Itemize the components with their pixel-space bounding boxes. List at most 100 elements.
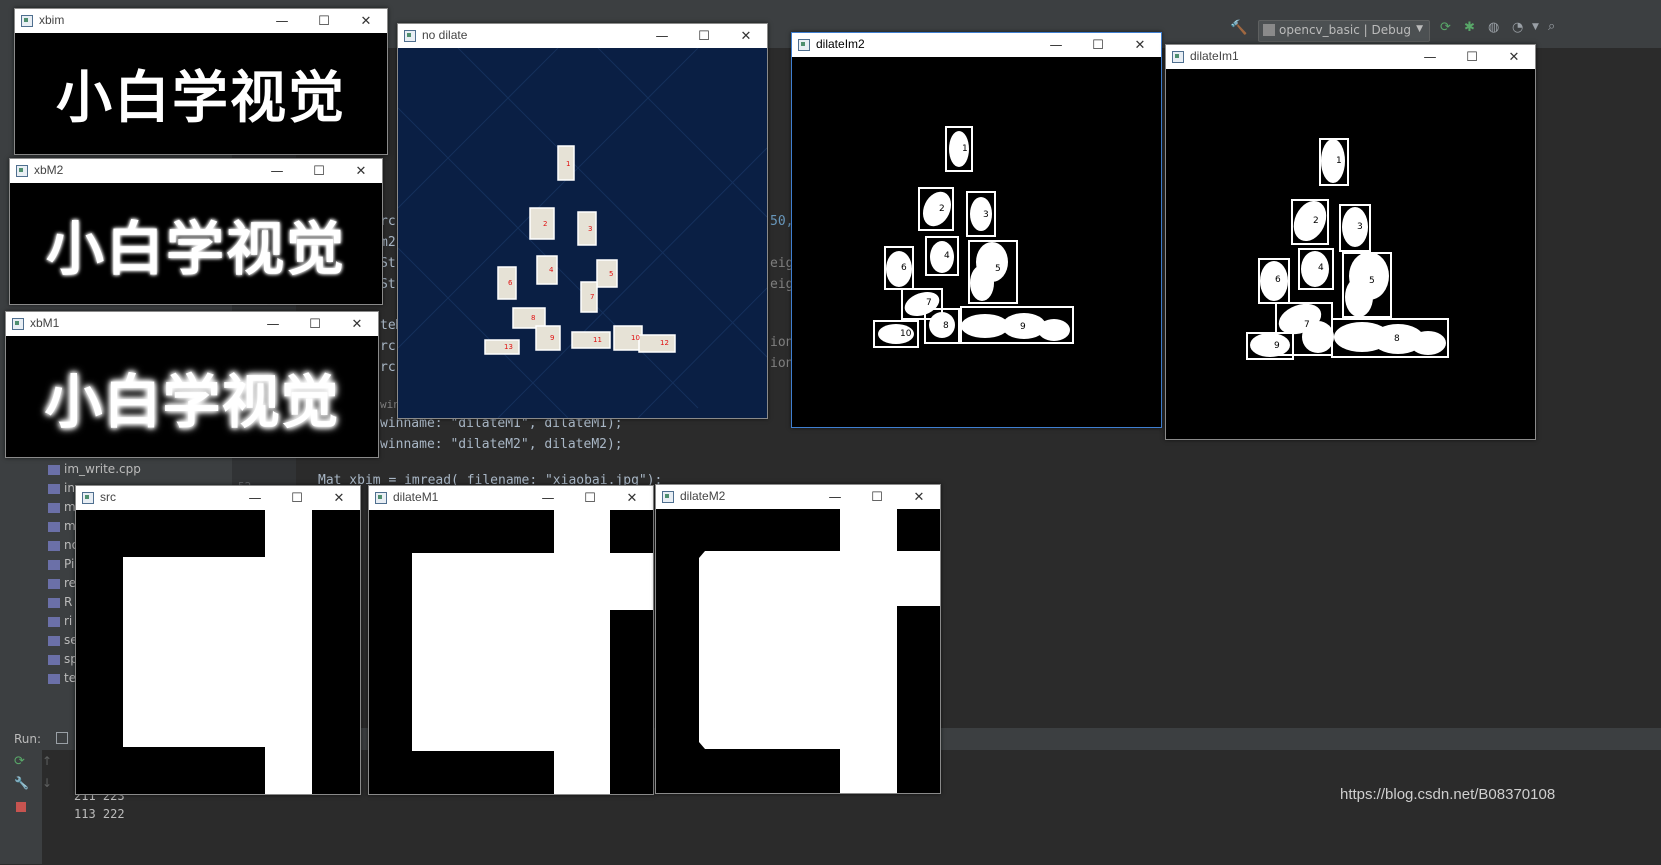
close-button[interactable]: ✕ (898, 485, 940, 509)
project-file[interactable]: te (48, 671, 76, 685)
project-file[interactable]: m (48, 519, 76, 533)
close-button[interactable]: ✕ (318, 486, 360, 510)
window-dilateM2[interactable]: dilateM2 — ☐ ✕ (655, 484, 941, 794)
close-button[interactable]: ✕ (345, 9, 387, 33)
close-button[interactable]: ✕ (340, 159, 382, 183)
contour-image: 1 2 3 4 5 6 7 8 9 (1246, 138, 1449, 360)
window-xbM2[interactable]: xbM2 — ☐ ✕ 小白学视觉 (9, 158, 383, 305)
more-chevron-icon[interactable]: ▼ (1532, 22, 1539, 32)
project-file[interactable]: in (48, 481, 75, 495)
window-titlebar[interactable]: xbim — ☐ ✕ (15, 9, 387, 33)
project-file[interactable]: R (48, 595, 72, 609)
contour-label: 7 (590, 293, 594, 301)
contour-label: 2 (939, 204, 945, 214)
cpp-file-icon (48, 502, 60, 513)
close-button[interactable]: ✕ (1119, 33, 1161, 57)
run-config-label: opencv_basic | Debug (1279, 23, 1411, 37)
window-no-dilate[interactable]: no dilate — ☐ ✕ 1 2 3 4 5 6 7 8 9 10 11 … (397, 23, 768, 419)
maximize-button[interactable]: ☐ (294, 312, 336, 336)
cpp-file-icon (48, 521, 60, 532)
window-title: xbim (39, 13, 65, 27)
minimize-button[interactable]: — (256, 159, 298, 183)
coverage-icon[interactable]: ◍ (1488, 20, 1499, 35)
window-dilateIm2[interactable]: dilateIm2 — ☐ ✕ 1 2 3 4 5 6 7 8 9 10 (791, 32, 1162, 428)
contour-label: 5 (1369, 276, 1375, 286)
run-tab-icon[interactable] (56, 732, 68, 744)
stop-icon[interactable] (16, 802, 26, 812)
window-xbM1[interactable]: xbM1 — ☐ ✕ 小白学视觉 (5, 311, 379, 458)
contour-label: 1 (962, 144, 968, 154)
window-titlebar[interactable]: no dilate — ☐ ✕ (398, 24, 767, 48)
contour-label: 2 (1313, 216, 1319, 226)
window-dilateM1[interactable]: dilateM1 — ☐ ✕ (368, 485, 654, 795)
window-app-icon (798, 39, 810, 51)
window-title: dilateIm1 (1190, 49, 1239, 63)
contour-image: 1 2 3 4 5 6 7 8 9 10 11 12 13 (398, 47, 767, 418)
window-src[interactable]: src — ☐ ✕ (75, 485, 361, 795)
close-button[interactable]: ✕ (611, 486, 653, 510)
window-titlebar[interactable]: xbM1 — ☐ ✕ (6, 312, 378, 336)
maximize-button[interactable]: ☐ (856, 485, 898, 509)
contour-label: 9 (550, 334, 554, 342)
maximize-button[interactable]: ☐ (569, 486, 611, 510)
window-titlebar[interactable]: dilateIm2 — ☐ ✕ (792, 33, 1161, 57)
minimize-button[interactable]: — (234, 486, 276, 510)
window-app-icon (662, 491, 674, 503)
rerun-icon[interactable]: ⟳ (14, 754, 25, 769)
build-hammer-icon[interactable]: 🔨 (1230, 20, 1247, 36)
calligraphy-text: 小白学视觉 (45, 214, 346, 283)
binary-image (699, 509, 940, 793)
minimize-button[interactable]: — (641, 24, 683, 48)
arrow-up-icon[interactable]: ↑ (42, 754, 52, 768)
project-file[interactable]: se (48, 633, 78, 647)
wrench-icon[interactable]: 🔧 (14, 776, 29, 790)
minimize-button[interactable]: — (527, 486, 569, 510)
minimize-button[interactable]: — (1035, 33, 1077, 57)
project-file[interactable]: m (48, 500, 76, 514)
contour-label: 4 (549, 266, 554, 274)
debug-bug-icon[interactable]: ✱ (1464, 20, 1475, 35)
maximize-button[interactable]: ☐ (683, 24, 725, 48)
contour-label: 7 (926, 298, 932, 308)
window-title: no dilate (422, 28, 468, 42)
window-titlebar[interactable]: xbM2 — ☐ ✕ (10, 159, 382, 183)
arrow-down-icon[interactable]: ↓ (42, 776, 52, 790)
rerun-icon[interactable]: ⟳ (1440, 20, 1451, 35)
calligraphy-text: 小白学视觉 (44, 367, 340, 436)
window-title: xbM1 (30, 316, 60, 330)
close-button[interactable]: ✕ (1493, 45, 1535, 69)
minimize-button[interactable]: — (261, 9, 303, 33)
window-title: dilateM2 (680, 489, 726, 503)
project-file[interactable]: re (48, 576, 76, 590)
image-canvas: 小白学视觉 (6, 336, 378, 457)
project-file[interactable]: im_write.cpp (48, 462, 141, 476)
project-file[interactable]: Pi (48, 557, 74, 571)
search-icon[interactable]: ⌕ (1548, 19, 1555, 34)
project-file[interactable]: ri (48, 614, 72, 628)
minimize-button[interactable]: — (814, 485, 856, 509)
contour-label: 9 (1274, 341, 1280, 351)
close-button[interactable]: ✕ (725, 24, 767, 48)
image-canvas: 1 2 3 4 5 6 7 8 9 (1166, 69, 1535, 439)
maximize-button[interactable]: ☐ (1077, 33, 1119, 57)
contour-image: 1 2 3 4 5 6 7 8 9 10 (873, 126, 1074, 348)
maximize-button[interactable]: ☐ (298, 159, 340, 183)
profile-icon[interactable]: ◔ (1512, 20, 1523, 35)
watermark-url: https://blog.csdn.net/B08370108 (1340, 786, 1556, 803)
maximize-button[interactable]: ☐ (276, 486, 318, 510)
minimize-button[interactable]: — (252, 312, 294, 336)
window-titlebar[interactable]: dilateM1 — ☐ ✕ (369, 486, 653, 510)
cpp-file-icon (48, 559, 60, 570)
window-dilateIm1[interactable]: dilateIm1 — ☐ ✕ 1 2 3 4 5 6 7 8 9 (1165, 44, 1536, 440)
contour-label: 10 (900, 329, 912, 339)
maximize-button[interactable]: ☐ (1451, 45, 1493, 69)
maximize-button[interactable]: ☐ (303, 9, 345, 33)
window-titlebar[interactable]: src — ☐ ✕ (76, 486, 360, 510)
minimize-button[interactable]: — (1409, 45, 1451, 69)
project-file[interactable]: sp (48, 652, 78, 666)
window-xbim[interactable]: xbim — ☐ ✕ 小白学视觉 (14, 8, 388, 155)
close-button[interactable]: ✕ (336, 312, 378, 336)
window-titlebar[interactable]: dilateIm1 — ☐ ✕ (1166, 45, 1535, 69)
window-titlebar[interactable]: dilateM2 — ☐ ✕ (656, 485, 940, 509)
run-config-select[interactable]: opencv_basic | Debug ▼ (1258, 20, 1430, 42)
